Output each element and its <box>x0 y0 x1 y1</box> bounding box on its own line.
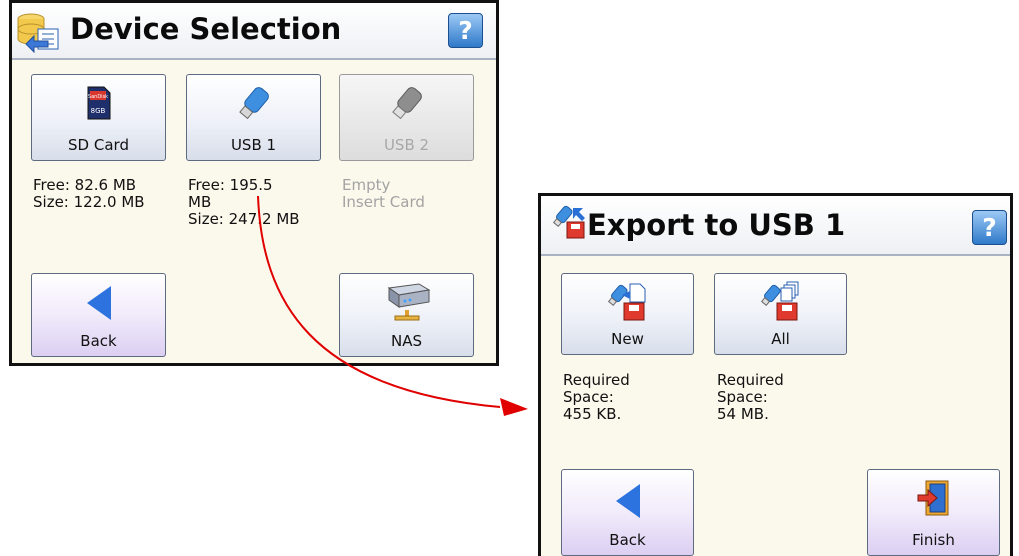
back-arrow-icon <box>615 484 640 518</box>
usb-drive-icon <box>387 83 427 127</box>
new-required-space: Required Space: 455 KB. <box>563 371 630 423</box>
back-button[interactable]: Back <box>31 273 166 357</box>
page-title: Export to USB 1 <box>587 208 846 242</box>
usb2-info: Empty Insert Card <box>342 176 425 211</box>
finish-label: Finish <box>912 531 955 549</box>
title-bar: Device Selection ? <box>12 3 496 60</box>
title-bar: Export to USB 1 ? <box>541 196 1010 256</box>
device-selection-screen: Device Selection ? SanDisk 8GB SD Card U… <box>9 0 499 366</box>
new-label: New <box>611 330 644 348</box>
nas-label: NAS <box>390 332 422 350</box>
sd-card-label: SD Card <box>68 136 129 154</box>
all-required-space: Required Space: 54 MB. <box>717 371 784 423</box>
usb1-button[interactable]: USB 1 <box>186 74 321 161</box>
help-button[interactable]: ? <box>972 210 1007 245</box>
page-title: Device Selection <box>70 12 342 46</box>
usb-drive-icon <box>234 83 274 127</box>
usb2-button[interactable]: USB 2 <box>339 74 474 161</box>
export-new-button[interactable]: New <box>561 273 694 355</box>
export-usb-screen: Export to USB 1 ? New All Required Space… <box>538 193 1013 556</box>
all-label: All <box>771 330 790 348</box>
sd-card-icon: SanDisk 8GB <box>86 85 112 125</box>
back-label: Back <box>609 531 646 549</box>
sd-capacity-text: 8GB <box>90 107 105 115</box>
export-all-icon <box>760 281 801 327</box>
export-usb-icon <box>552 204 587 246</box>
help-button[interactable]: ? <box>448 13 483 48</box>
exit-door-icon <box>916 479 952 521</box>
sd-brand-text: SanDisk <box>87 94 107 100</box>
back-arrow-icon <box>86 286 111 320</box>
nas-icon <box>383 280 431 328</box>
back-button[interactable]: Back <box>561 469 694 556</box>
sd-card-button[interactable]: SanDisk 8GB SD Card <box>31 74 166 161</box>
usb1-info: Free: 195.5 MB Size: 247.2 MB <box>188 176 300 228</box>
database-icon <box>16 11 60 57</box>
export-new-icon <box>607 281 648 327</box>
sd-card-info: Free: 82.6 MB Size: 122.0 MB <box>33 176 145 211</box>
nas-button[interactable]: NAS <box>339 273 474 357</box>
usb2-label: USB 2 <box>383 136 430 154</box>
finish-button[interactable]: Finish <box>867 469 1000 556</box>
export-all-button[interactable]: All <box>714 273 847 355</box>
back-label: Back <box>80 332 117 350</box>
usb1-label: USB 1 <box>230 136 277 154</box>
